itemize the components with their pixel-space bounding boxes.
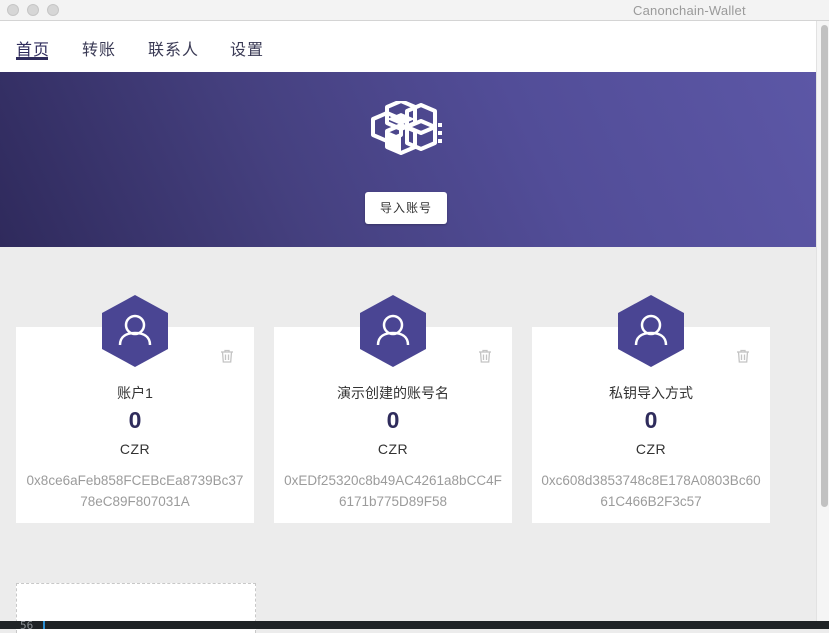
account-name: 演示创建的账号名: [337, 385, 449, 401]
account-card[interactable]: 私钥导入方式 0 CZR 0xc608d3853748c8E178A0803Bc…: [532, 295, 770, 523]
account-balance: 0: [128, 407, 142, 433]
header-banner: 导入账号: [0, 72, 816, 247]
account-balance: 0: [386, 407, 400, 433]
account-unit: CZR: [635, 441, 667, 457]
account-avatar-icon: [618, 295, 684, 367]
close-window-button[interactable]: [7, 4, 19, 16]
text-caret: [43, 621, 45, 629]
nav-active-indicator: [16, 57, 48, 60]
account-card[interactable]: 账户1 0 CZR 0x8ce6aFeb858FCEBcEa8739Bc3778…: [16, 295, 254, 523]
account-unit: CZR: [119, 441, 151, 457]
account-address: 0x8ce6aFeb858FCEBcEa8739Bc3778eC89F80703…: [26, 473, 244, 509]
account-unit: CZR: [377, 441, 409, 457]
cube-cluster-icon: [371, 101, 442, 155]
delete-account-icon[interactable]: [736, 349, 750, 363]
scrollbar-thumb[interactable]: [821, 25, 828, 507]
app-window: Canonchain-Wallet 首页 转账 联系人 设置 导入账号 账户1 …: [0, 0, 829, 633]
account-card[interactable]: 演示创建的账号名 0 CZR 0xEDf25320c8b49AC4261a8bC…: [274, 295, 512, 523]
account-avatar-icon: [360, 295, 426, 367]
top-nav: 首页 转账 联系人 设置: [0, 21, 816, 72]
account-name: 账户1: [117, 385, 153, 401]
delete-account-icon[interactable]: [478, 349, 492, 363]
nav-item-settings[interactable]: 设置: [230, 36, 264, 60]
account-address: 0xc608d3853748c8E178A0803Bc6061C466B2F3c…: [541, 473, 761, 509]
scrollbar[interactable]: [816, 21, 829, 621]
zoom-window-button[interactable]: [47, 4, 59, 16]
account-name: 私钥导入方式: [609, 385, 693, 401]
title-bar: Canonchain-Wallet: [0, 0, 829, 21]
account-avatar-icon: [102, 295, 168, 367]
window-title: Canonchain-Wallet: [633, 3, 746, 18]
minimize-window-button[interactable]: [27, 4, 39, 16]
nav-item-transfer[interactable]: 转账: [82, 36, 116, 60]
nav-item-contacts[interactable]: 联系人: [148, 36, 199, 60]
bottom-bar: 56: [0, 619, 829, 632]
import-account-button[interactable]: 导入账号: [365, 192, 447, 224]
bottom-bar-text: 56: [20, 619, 34, 632]
account-address: 0xEDf25320c8b49AC4261a8bCC4F6171b775D89F…: [284, 473, 502, 509]
account-balance: 0: [644, 407, 658, 433]
delete-account-icon[interactable]: [220, 349, 234, 363]
